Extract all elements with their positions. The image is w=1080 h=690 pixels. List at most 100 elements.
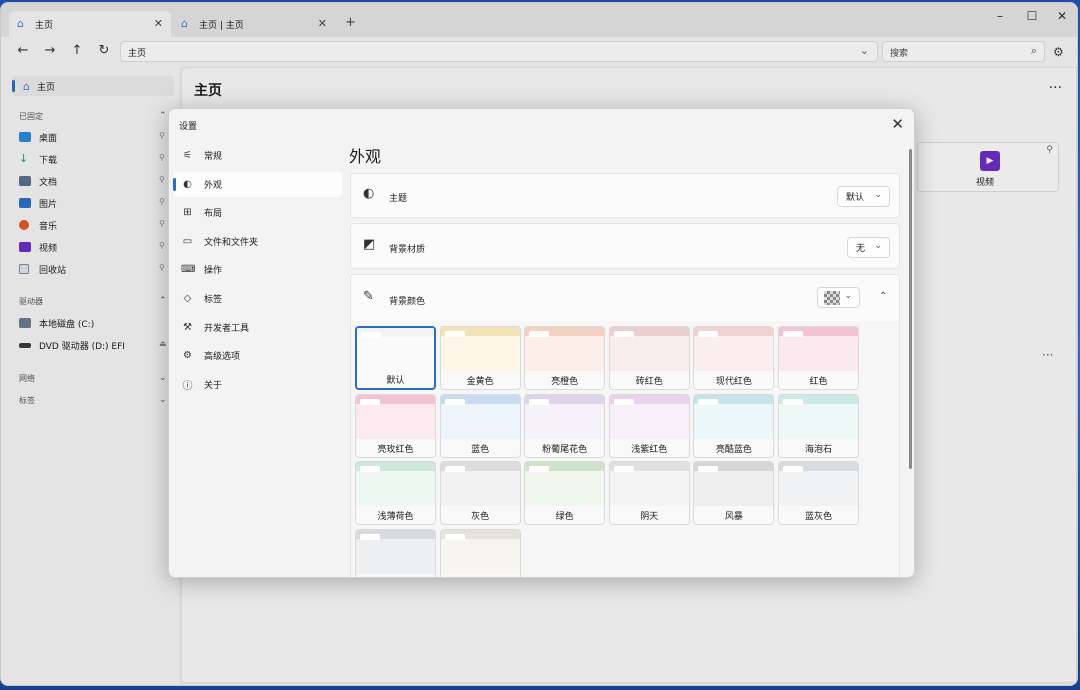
background-color-card: ✎ 背景颜色 ⌄ ⌃: [350, 274, 900, 322]
scrollbar[interactable]: [909, 149, 912, 469]
nav-label: 高级选项: [204, 352, 241, 363]
folder-tab: [529, 466, 550, 472]
folder-preview: [779, 327, 858, 371]
color-swatch-icon: [824, 290, 840, 305]
layout-icon: ⊞: [183, 207, 192, 219]
color-option[interactable]: 蓝灰色: [778, 461, 859, 525]
pane-title: 外观: [349, 147, 382, 166]
color-option[interactable]: 绿色: [524, 461, 606, 525]
settings-nav-item[interactable]: ⓘ 关于: [173, 372, 342, 397]
folder-tab: [529, 398, 550, 405]
color-name: 亮橙色: [551, 377, 579, 387]
color-name: 海泡石: [804, 444, 832, 455]
color-option[interactable]: [355, 528, 436, 577]
folder-tab: [698, 398, 719, 405]
theme-dropdown[interactable]: 默认 ⌄: [837, 186, 890, 207]
color-option[interactable]: 浅紫红色: [608, 393, 690, 458]
color-name: 现代红色: [715, 377, 752, 387]
color-option[interactable]: 砖红色: [608, 326, 690, 390]
backdrop-setting-card: ◩ 背景材质 无 ⌄: [350, 223, 900, 269]
folder-preview: [525, 394, 605, 439]
color-name: 粉葡尾花色: [542, 444, 588, 455]
color-name: 浅薄荷色: [377, 512, 414, 522]
color-name: 阴天: [640, 512, 659, 522]
folder-preview: [609, 462, 689, 506]
folder-preview: [440, 327, 520, 371]
color-name: 蓝灰色: [804, 512, 832, 522]
color-name: 默认: [386, 376, 405, 386]
folder-preview: [525, 462, 605, 506]
nav-label: 外观: [204, 180, 223, 191]
color-name: 蓝色: [471, 444, 490, 455]
brush-icon: ✎: [363, 289, 374, 304]
color-option[interactable]: 现代红色: [693, 326, 775, 390]
folder-tab: [360, 466, 380, 472]
folder-tab: [444, 398, 465, 405]
folder-preview: [779, 394, 858, 439]
chevron-up-icon[interactable]: ⌃: [879, 291, 887, 302]
color-option[interactable]: 粉葡尾花色: [524, 393, 606, 458]
folder-preview: [694, 462, 774, 506]
folder-preview: [694, 327, 774, 371]
settings-nav-item[interactable]: ⚒ 开发者工具: [173, 315, 342, 340]
actions-icon: ⌨: [181, 264, 196, 276]
color-name: 灰色: [471, 512, 490, 522]
backdrop-dropdown[interactable]: 无 ⌄: [847, 237, 890, 258]
color-option[interactable]: 蓝色: [439, 393, 521, 458]
color-option[interactable]: 默认: [355, 326, 436, 390]
settings-nav-item[interactable]: ◐ 外观: [173, 171, 342, 197]
folder-tab: [783, 398, 803, 405]
color-option[interactable]: 阴天: [608, 461, 690, 525]
folder-tab: [698, 466, 719, 472]
folder-icon: ▭: [182, 235, 193, 247]
color-name: 砖红色: [635, 377, 663, 387]
color-name: 亮酷蓝色: [715, 444, 752, 455]
folder-tab: [783, 466, 803, 472]
settings-nav-item[interactable]: ◇ 标签: [173, 286, 342, 311]
folder-tab: [783, 331, 803, 337]
dialog-title: 设置: [179, 122, 198, 132]
folder-preview: [356, 394, 435, 439]
settings-nav-item[interactable]: ⚟ 常规: [173, 143, 342, 168]
nav-label: 常规: [204, 152, 223, 162]
folder-tab: [361, 332, 381, 338]
dropdown-value: 默认: [846, 193, 865, 203]
folder-tab: [444, 466, 465, 472]
palette-icon: ◐: [183, 178, 192, 190]
color-option[interactable]: 金黄色: [439, 326, 521, 390]
color-option[interactable]: 红色: [778, 326, 859, 390]
backdrop-material-icon: ◩: [363, 237, 376, 252]
folder-preview: [356, 529, 435, 574]
folder-preview: [440, 462, 520, 506]
color-option[interactable]: 亮玫红色: [355, 393, 436, 458]
color-name: 红色: [809, 377, 828, 387]
tag-icon: ◇: [183, 293, 192, 304]
setting-label: 主题: [389, 194, 408, 204]
theme-setting-card: ◐ 主题 默认 ⌄: [350, 173, 900, 218]
close-icon[interactable]: ✕: [891, 115, 904, 133]
settings-nav-item[interactable]: ⊞ 布局: [173, 200, 342, 225]
settings-nav-item[interactable]: ⚙ 高级选项: [173, 343, 342, 368]
settings-nav-item[interactable]: ▭ 文件和文件夹: [173, 229, 342, 254]
nav-label: 关于: [204, 380, 223, 391]
color-option[interactable]: [439, 528, 521, 577]
advanced-icon: ⚙: [183, 350, 192, 362]
color-name: 绿色: [555, 512, 574, 522]
color-option[interactable]: 灰色: [439, 461, 521, 525]
nav-label: 文件和文件夹: [204, 237, 259, 248]
background-color-dropdown[interactable]: ⌄: [817, 287, 860, 308]
palette-icon: ◐: [363, 186, 375, 201]
settings-nav-item[interactable]: ⌨ 操作: [173, 257, 342, 282]
nav-label: 标签: [204, 295, 223, 305]
color-option[interactable]: 亮酷蓝色: [693, 393, 775, 458]
dropdown-value: 无: [856, 244, 866, 254]
color-option[interactable]: 亮橙色: [524, 326, 606, 390]
color-option[interactable]: 海泡石: [778, 393, 859, 458]
folder-preview: [357, 328, 434, 372]
color-option[interactable]: 浅薄荷色: [355, 461, 436, 525]
folder-preview: [779, 462, 858, 506]
setting-label: 背景颜色: [389, 297, 426, 307]
color-option[interactable]: 风暴: [693, 461, 775, 525]
settings-dialog: 设置 ✕ ⚟ 常规 ◐ 外观 ⊞ 布局 ▭ 文件和文件夹 ⌨ 操作 ◇ 标签 ⚒ 开发者工具 ⚙ 高级选项 ⓘ 关…: [168, 108, 915, 578]
folder-preview: [525, 327, 605, 371]
